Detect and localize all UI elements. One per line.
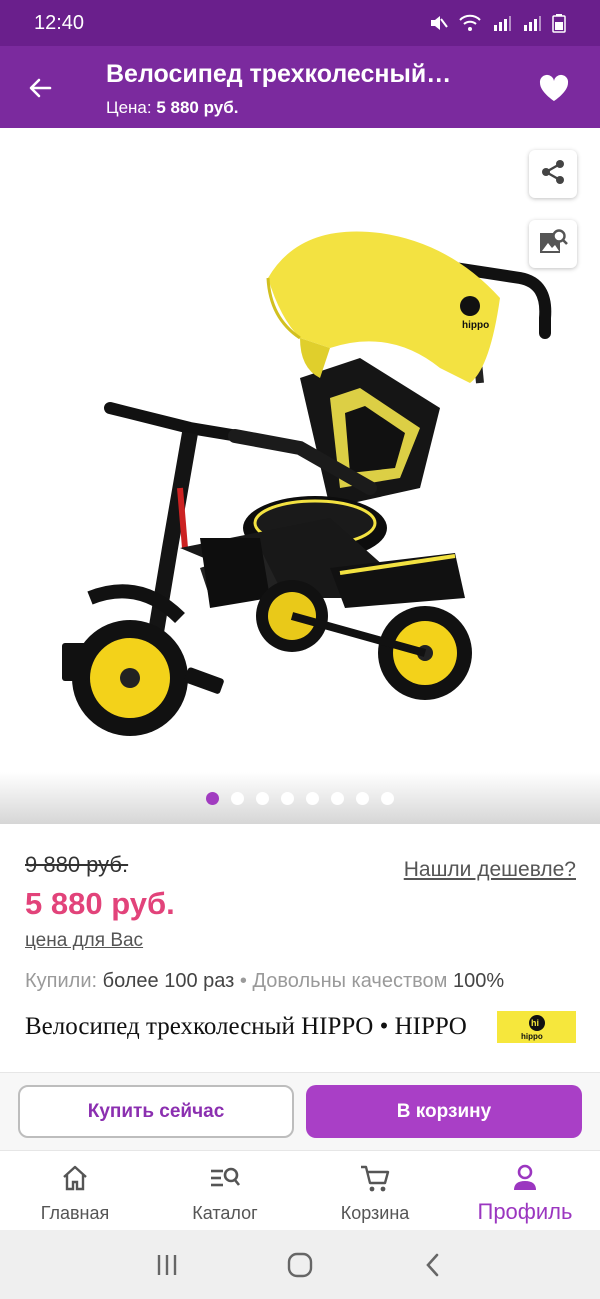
nav-label: Профиль xyxy=(477,1199,573,1224)
quality-label: Довольны качеством xyxy=(252,970,448,992)
brand-logo[interactable]: hi hippo xyxy=(497,1011,576,1043)
share-icon xyxy=(538,157,568,192)
home-icon xyxy=(60,1161,90,1195)
gallery-pagination xyxy=(0,792,600,805)
status-bar: 12:40 xyxy=(0,0,600,46)
bought-value: более 100 раз xyxy=(102,970,235,992)
bottom-navigation: Главная Каталог Корзина Профиль xyxy=(0,1150,600,1230)
stats-separator: • xyxy=(239,970,247,992)
header-price: Цена: 5 880 руб. xyxy=(106,98,238,118)
pagination-dot[interactable] xyxy=(206,792,219,805)
pagination-dot[interactable] xyxy=(331,792,344,805)
home-circle-icon[interactable] xyxy=(280,1245,320,1285)
image-search-icon xyxy=(538,227,568,262)
product-image: hippo xyxy=(62,231,552,736)
old-price: 9 880 руб. xyxy=(25,852,129,877)
recent-apps-icon[interactable] xyxy=(147,1245,187,1285)
svg-text:hippo: hippo xyxy=(462,320,489,331)
svg-text:hi: hi xyxy=(531,1018,539,1028)
nav-item-catalog[interactable]: Каталог xyxy=(150,1151,300,1230)
svg-text:hippo: hippo xyxy=(521,1032,543,1041)
pagination-dot[interactable] xyxy=(306,792,319,805)
status-icons xyxy=(428,13,566,33)
pagination-dot[interactable] xyxy=(356,792,369,805)
profile-icon xyxy=(510,1161,540,1195)
pagination-dot[interactable] xyxy=(381,792,394,805)
system-navigation-bar xyxy=(0,1230,600,1299)
pagination-dot[interactable] xyxy=(281,792,294,805)
signal-r-icon xyxy=(522,13,542,33)
product-info: 9 880 руб. Нашли дешевле? 5 880 руб. цен… xyxy=(0,824,600,1072)
nav-label: Главная xyxy=(40,1203,110,1223)
header-price-label: Цена: xyxy=(106,98,152,117)
found-cheaper-link[interactable]: Нашли дешевле? xyxy=(404,858,576,882)
nav-item-cart[interactable]: Корзина xyxy=(300,1151,450,1230)
nav-item-profile[interactable]: Профиль xyxy=(450,1151,600,1230)
heart-icon[interactable] xyxy=(536,70,572,106)
nav-label: Каталог xyxy=(192,1203,258,1223)
mute-icon xyxy=(428,13,448,33)
image-search-button[interactable] xyxy=(529,220,577,268)
share-button[interactable] xyxy=(529,150,577,198)
app-header: Велосипед трехколесный… Цена: 5 880 руб. xyxy=(0,46,600,128)
battery-icon xyxy=(552,13,566,33)
purchase-action-bar: Купить сейчас В корзину xyxy=(0,1072,600,1150)
product-name: Велосипед трехколесный HIPPO • HIPPO xyxy=(25,1013,467,1040)
header-price-value: 5 880 руб. xyxy=(156,98,239,117)
wifi-icon xyxy=(458,13,482,33)
arrow-left-icon[interactable] xyxy=(22,70,58,106)
add-to-cart-button[interactable]: В корзину xyxy=(306,1085,582,1138)
quality-value: 100% xyxy=(452,970,505,992)
buy-now-button[interactable]: Купить сейчас xyxy=(18,1085,294,1138)
back-chevron-icon[interactable] xyxy=(413,1245,453,1285)
nav-label: Корзина xyxy=(340,1203,410,1223)
catalog-search-icon xyxy=(209,1161,241,1195)
pagination-dot[interactable] xyxy=(256,792,269,805)
page-title: Велосипед трехколесный… xyxy=(106,60,452,88)
price-for-you-link[interactable]: цена для Вас xyxy=(25,930,143,952)
cart-icon xyxy=(359,1161,391,1195)
pagination-dot[interactable] xyxy=(231,792,244,805)
product-gallery[interactable]: hippo xyxy=(0,128,600,824)
nav-item-home[interactable]: Главная xyxy=(0,1151,150,1230)
purchase-stats: Купили: более 100 раз • Довольны качеств… xyxy=(25,970,504,993)
status-time: 12:40 xyxy=(34,11,85,34)
bought-label: Купили: xyxy=(25,970,98,992)
current-price: 5 880 руб. xyxy=(25,886,175,921)
signal-r-icon xyxy=(492,13,512,33)
